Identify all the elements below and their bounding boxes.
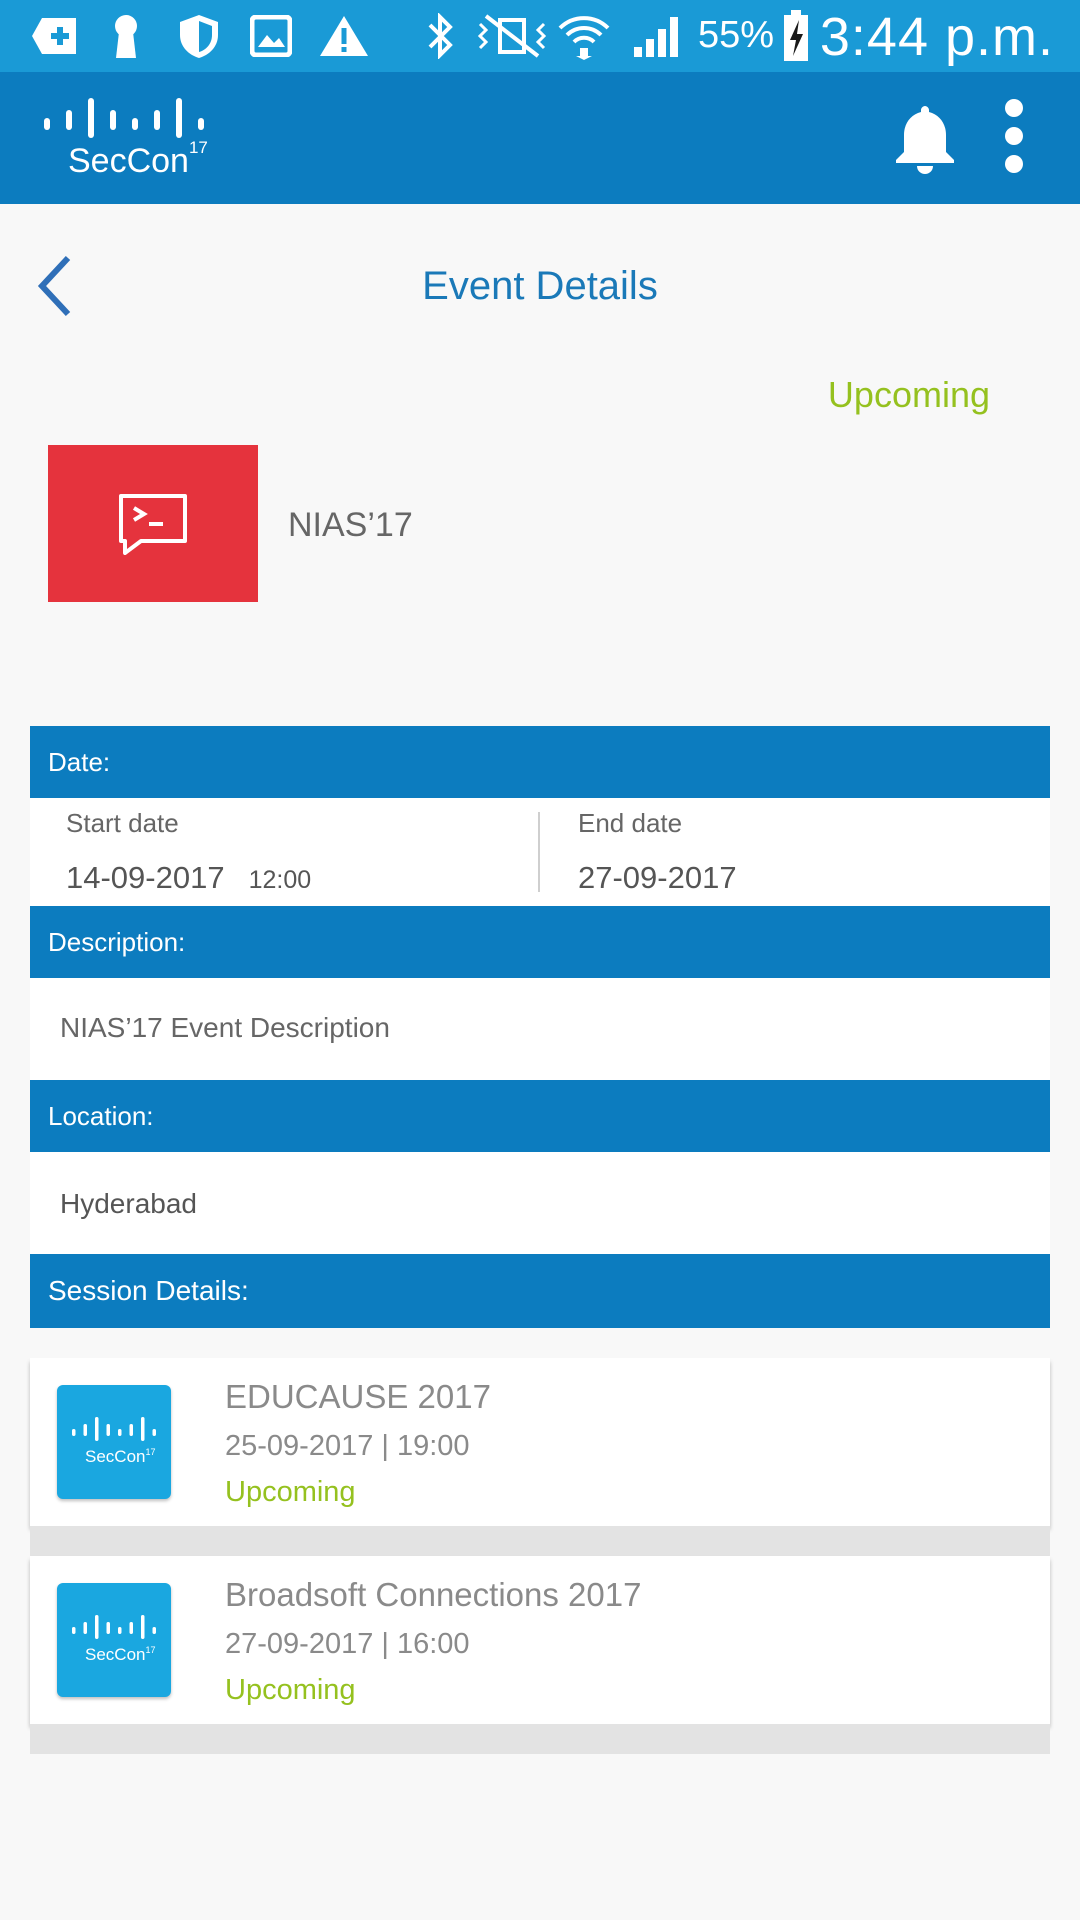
signal-icon [632, 12, 684, 60]
page-title: Event Details [422, 264, 658, 308]
status-bar: 55% 3:44 p.m. [0, 0, 1080, 72]
description-section-body: NIAS’17 Event Description [30, 978, 1050, 1080]
session-divider [30, 1724, 1050, 1754]
session-section-header: Session Details: [30, 1254, 1050, 1328]
session-card[interactable]: SecCon17 EDUCAUSE 2017 25-09-2017 | 19:0… [30, 1358, 1050, 1526]
start-date-value: 14-09-2017 12:00 [66, 860, 312, 895]
clock: 3:44 p.m. [819, 7, 1054, 67]
event-status: Upcoming [827, 374, 990, 415]
description-text: NIAS’17 Event Description [60, 1012, 390, 1043]
event-thumbnail [48, 445, 258, 602]
image-icon [250, 12, 292, 60]
date-section-header: Date: [30, 726, 1050, 798]
battery-charging-icon [782, 10, 810, 61]
bell-icon[interactable] [892, 102, 958, 179]
session-status: Upcoming [225, 1476, 356, 1508]
end-date-label: End date [578, 808, 683, 838]
keyhole-icon [110, 12, 142, 60]
shield-icon [178, 12, 220, 60]
session-logo-text: SecCon17 [85, 1645, 156, 1664]
date-divider [538, 812, 540, 892]
session-logo: SecCon17 [57, 1385, 171, 1499]
location-section-header: Location: [30, 1080, 1050, 1152]
session-datetime: 27-09-2017 | 16:00 [225, 1628, 470, 1660]
session-logo: SecCon17 [57, 1583, 171, 1697]
vibrate-mute-icon [476, 12, 548, 60]
bluetooth-icon [422, 12, 458, 60]
logo-bars-icon [72, 1615, 156, 1639]
session-logo-text: SecCon17 [85, 1447, 156, 1466]
session-divider [30, 1526, 1050, 1556]
battery-percent: 55% [698, 14, 775, 56]
logo-text: SecCon17 [68, 138, 208, 180]
warning-icon [318, 12, 370, 60]
terminal-chat-icon [119, 493, 187, 555]
start-time-value: 12:00 [248, 866, 312, 894]
seccon-logo[interactable]: SecCon17 [42, 98, 212, 188]
end-date-value: 27-09-2017 [578, 860, 737, 895]
event-name: NIAS’17 [288, 506, 413, 544]
session-card[interactable]: SecCon17 Broadsoft Connections 2017 27-0… [30, 1556, 1050, 1724]
date-section-body: Start date 14-09-2017 12:00 End date 27-0… [30, 798, 1050, 906]
location-section-body: Hyderabad [30, 1152, 1050, 1254]
start-date-label: Start date [66, 808, 179, 838]
location-text: Hyderabad [60, 1188, 197, 1219]
session-datetime: 25-09-2017 | 19:00 [225, 1430, 470, 1462]
more-vert-icon[interactable] [998, 98, 1030, 179]
add-box-icon [30, 12, 80, 60]
wifi-icon [556, 12, 612, 60]
session-title: Broadsoft Connections 2017 [225, 1576, 642, 1613]
logo-bars-icon [44, 98, 204, 138]
logo-bars-icon [72, 1417, 156, 1441]
app-bar: SecCon17 [0, 72, 1080, 204]
session-status: Upcoming [225, 1674, 356, 1706]
session-title: EDUCAUSE 2017 [225, 1378, 491, 1415]
description-section-header: Description: [30, 906, 1050, 978]
